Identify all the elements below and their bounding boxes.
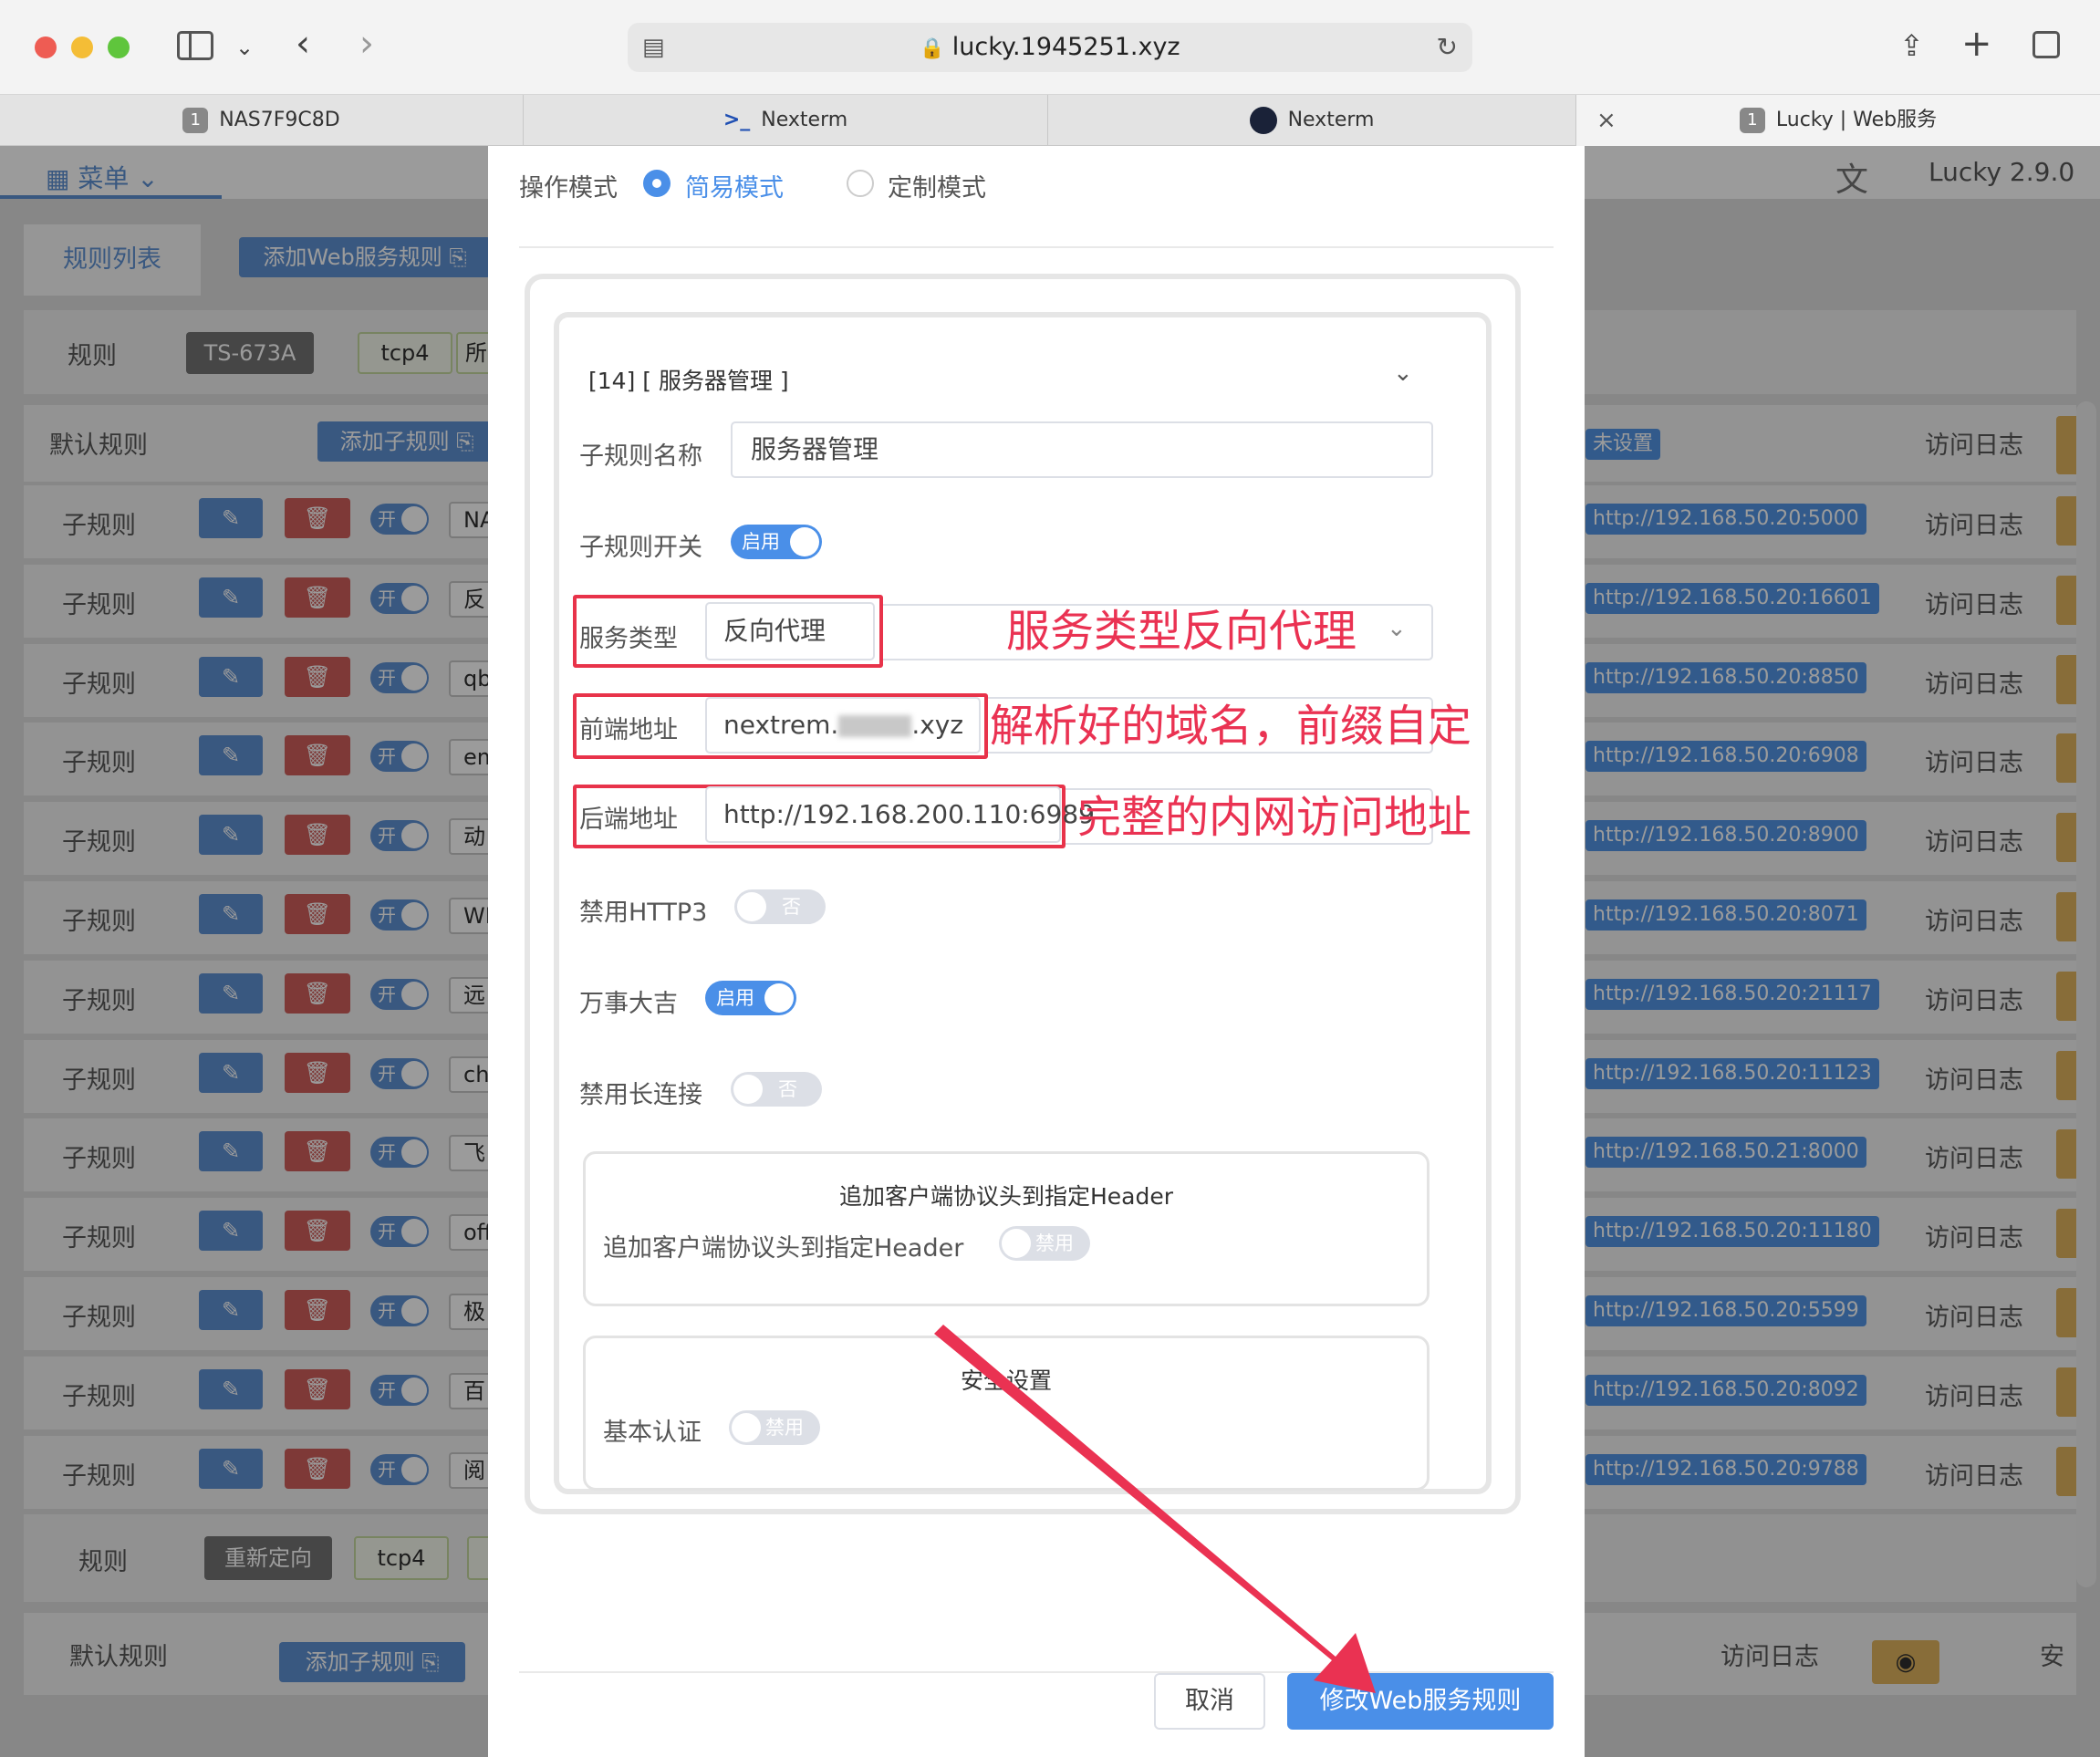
keepalive-switch[interactable]: 否 (731, 1072, 822, 1107)
sub-rule-switch[interactable]: 启用 (731, 525, 822, 559)
switch-knob (737, 892, 766, 921)
mode-label: 操作模式 (519, 174, 618, 203)
switch-text: 启用 (742, 531, 780, 553)
http3-switch[interactable]: 否 (734, 889, 826, 924)
switch-text: 禁用 (765, 1417, 804, 1439)
annotation-service-type: 服务类型反向代理 (1006, 606, 1357, 657)
security-group (583, 1336, 1429, 1491)
tab-label: Nexterm (1287, 109, 1375, 131)
chevron-down-icon[interactable]: ⌄ (1387, 615, 1407, 642)
radio-simple-label[interactable]: 简易模式 (685, 168, 784, 203)
url-text: lucky.1945251.xyz (951, 33, 1180, 61)
back-icon[interactable]: ‹ (296, 26, 310, 62)
switch-knob (1002, 1229, 1031, 1258)
frontend-label: 前端地址 (579, 716, 678, 744)
share-icon[interactable]: ⇪ (1899, 27, 1924, 64)
tab-nas[interactable]: 1 NAS7F9C8D (0, 95, 524, 146)
http3-label: 禁用HTTP3 (579, 899, 708, 927)
security-title: 安全设置 (960, 1367, 1052, 1394)
radio-custom[interactable] (847, 170, 874, 197)
sub-switch-label: 子规则开关 (579, 534, 702, 562)
page-settings-icon[interactable]: ▤ (642, 23, 665, 72)
blurred-domain (838, 715, 912, 737)
switch-knob (732, 1413, 761, 1442)
wanshi-label: 万事大吉 (579, 990, 678, 1018)
keepalive-label: 禁用长连接 (579, 1081, 702, 1109)
divider (519, 246, 1554, 248)
forward-icon[interactable]: › (359, 26, 374, 62)
header-label: 追加客户端协议头到指定Header (603, 1234, 964, 1263)
switch-text: 否 (778, 1078, 797, 1100)
zoom-window-button[interactable] (108, 36, 130, 58)
basic-auth-label: 基本认证 (603, 1419, 702, 1447)
frontend-value: nextrem. (723, 710, 839, 740)
sub-name-label: 子规则名称 (579, 442, 702, 471)
switch-text: 禁用 (1035, 1232, 1074, 1254)
switch-text: 否 (782, 896, 801, 918)
address-bar[interactable]: ▤ 🔒 lucky.1945251.xyz ↻ (628, 23, 1472, 72)
chevron-down-icon[interactable]: ⌄ (235, 29, 254, 66)
wanshi-switch[interactable]: 启用 (705, 981, 796, 1015)
tab-badge: 1 (1739, 108, 1765, 133)
edit-rule-dialog: 操作模式 简易模式 定制模式 [14] [ 服务器管理 ] ⌄ 子规则名称 服务… (488, 146, 1585, 1757)
switch-knob (790, 527, 819, 556)
annotation-frontend: 解析好的域名，前缀自定 (990, 701, 1472, 752)
tab-label: Nexterm (761, 109, 848, 131)
sub-name-input[interactable]: 服务器管理 (731, 421, 1433, 478)
tab-label: NAS7F9C8D (219, 109, 340, 131)
backend-label: 后端地址 (579, 806, 678, 834)
sidebar-toggle-icon[interactable] (177, 31, 213, 60)
service-type-label: 服务类型 (579, 625, 678, 653)
annotation-backend: 完整的内网访问地址 (1077, 792, 1472, 843)
terminal-icon: >_ (723, 109, 751, 131)
frontend-suffix: .xyz (911, 710, 964, 740)
lock-icon: 🔒 (920, 37, 945, 60)
radio-custom-label[interactable]: 定制模式 (888, 168, 986, 203)
reload-icon[interactable]: ↻ (1437, 23, 1458, 72)
submit-button[interactable]: 修改Web服务规则 (1287, 1673, 1554, 1730)
header-group-title: 追加客户端协议头到指定Header (838, 1183, 1174, 1210)
switch-knob (764, 983, 794, 1013)
service-type-value[interactable]: 反向代理 (705, 602, 875, 660)
tab-lucky[interactable]: × 1 Lucky | Web服务 (1576, 95, 2100, 146)
tab-nexterm-1[interactable]: >_ Nexterm (524, 95, 1048, 146)
frontend-input[interactable]: nextrem. .xyz (705, 697, 981, 754)
close-window-button[interactable] (35, 36, 57, 58)
chevron-down-icon[interactable]: ⌄ (1393, 359, 1413, 387)
nexterm-icon (1249, 107, 1277, 134)
tab-nexterm-2[interactable]: Nexterm (1048, 95, 1576, 146)
basic-auth-switch[interactable]: 禁用 (729, 1410, 820, 1445)
new-tab-icon[interactable]: + (1961, 26, 1992, 62)
browser-toolbar: ⌄ ‹ › ▤ 🔒 lucky.1945251.xyz ↻ ⇪ + (0, 0, 2100, 95)
minimize-window-button[interactable] (71, 36, 93, 58)
switch-text: 启用 (716, 987, 754, 1009)
header-switch[interactable]: 禁用 (999, 1226, 1090, 1261)
tab-badge: 1 (182, 108, 209, 133)
tab-overview-icon[interactable] (2032, 31, 2060, 58)
tab-bar: 1 NAS7F9C8D >_ Nexterm Nexterm × 1 Lucky | … (0, 95, 2100, 146)
sub-rule-section-title: [14] [ 服务器管理 ] (588, 368, 789, 394)
switch-knob (733, 1075, 763, 1104)
backend-input[interactable]: http://192.168.200.110:6989 (705, 786, 1095, 843)
tab-label: Lucky | Web服务 (1775, 109, 1938, 131)
cancel-button[interactable]: 取消 (1154, 1673, 1265, 1730)
close-tab-icon[interactable]: × (1596, 95, 1617, 146)
radio-simple[interactable] (643, 170, 671, 197)
